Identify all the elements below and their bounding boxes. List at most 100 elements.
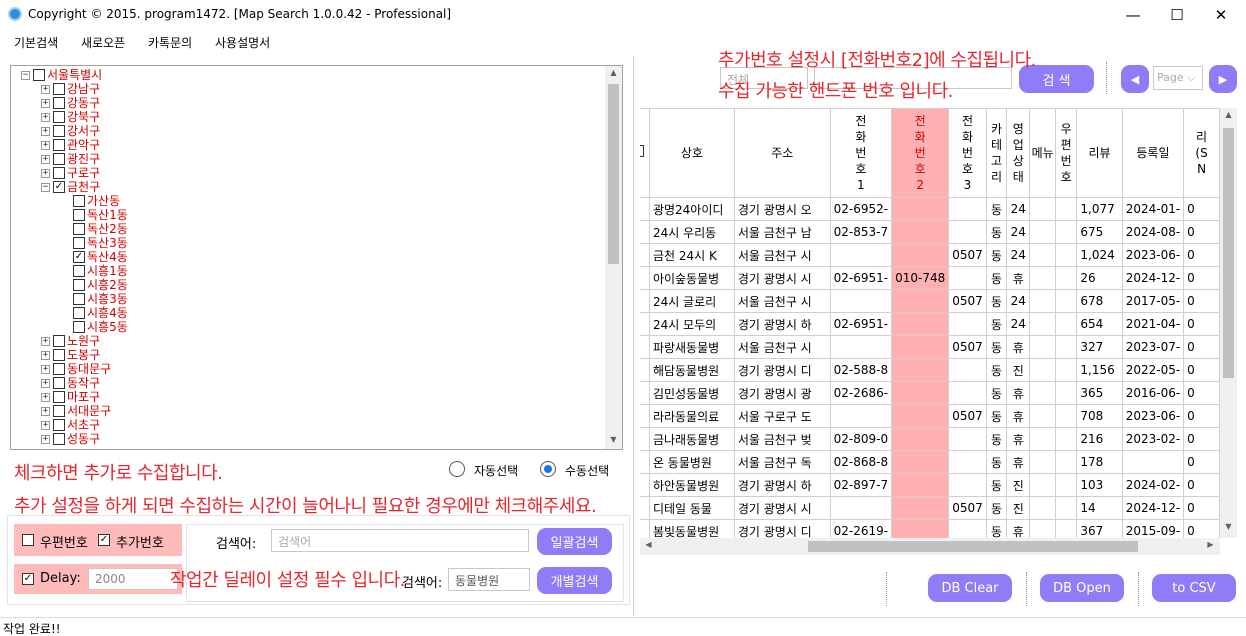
tree-checkbox[interactable] bbox=[73, 237, 85, 249]
table-cell[interactable]: 동 bbox=[985, 519, 1008, 538]
column-header[interactable]: 등록일 bbox=[1121, 108, 1185, 198]
table-cell[interactable] bbox=[1054, 473, 1078, 497]
tree-checkbox[interactable] bbox=[53, 83, 65, 95]
table-cell[interactable] bbox=[1054, 335, 1078, 359]
auto-select-radio[interactable] bbox=[449, 461, 465, 477]
expand-icon[interactable]: + bbox=[41, 378, 50, 388]
tree-node-dong[interactable]: 독산1동 bbox=[73, 208, 128, 222]
table-cell[interactable] bbox=[1029, 358, 1056, 382]
table-cell[interactable]: 0 bbox=[1183, 197, 1220, 221]
grid-hscroll-thumb[interactable] bbox=[808, 541, 1138, 552]
grid-vertical-scrollbar[interactable]: ▲ ▼ bbox=[1220, 108, 1237, 538]
table-cell[interactable]: 동 bbox=[985, 312, 1008, 336]
row-indicator[interactable] bbox=[640, 243, 650, 267]
table-cell[interactable] bbox=[1029, 404, 1056, 428]
expand-icon[interactable]: + bbox=[41, 406, 50, 416]
keyword-input[interactable]: 검색어 bbox=[271, 529, 529, 552]
table-cell[interactable]: 02-588-8 bbox=[829, 358, 893, 382]
table-cell[interactable]: 654 bbox=[1076, 312, 1123, 336]
table-cell[interactable]: 02-2686- bbox=[829, 381, 893, 405]
table-cell[interactable] bbox=[1029, 289, 1056, 313]
table-row[interactable]: 24시 글로리 서울 금천구 시 0507 동 24 678 2017-05- 0 bbox=[640, 289, 1220, 313]
tree-checkbox[interactable] bbox=[53, 433, 65, 445]
table-cell[interactable]: 02-6951- bbox=[829, 312, 893, 336]
scroll-up-icon[interactable]: ▲ bbox=[1220, 110, 1237, 119]
tree-node-district[interactable]: + 동대문구 bbox=[41, 362, 111, 376]
table-row[interactable]: 라라동물의료 서울 구로구 도 0507 동 휴 708 2023-06- 0 bbox=[640, 404, 1220, 428]
table-cell[interactable] bbox=[891, 197, 950, 221]
table-cell[interactable] bbox=[1054, 450, 1078, 474]
tree-node-dong[interactable]: 시흥1동 bbox=[73, 264, 128, 278]
table-cell[interactable]: 서울 금천구 시 bbox=[733, 335, 831, 359]
table-cell[interactable]: 0 bbox=[1183, 496, 1220, 520]
table-cell[interactable]: 금나래동물병 bbox=[648, 427, 735, 451]
table-cell[interactable]: 경기 광명시 디 bbox=[733, 519, 831, 538]
table-cell[interactable]: 2022-05- bbox=[1121, 358, 1185, 382]
table-cell[interactable]: 진 bbox=[1006, 473, 1031, 497]
table-cell[interactable]: 0 bbox=[1183, 243, 1220, 267]
table-cell[interactable] bbox=[1054, 358, 1078, 382]
row-indicator[interactable] bbox=[640, 358, 650, 382]
table-cell[interactable]: 동 bbox=[985, 473, 1008, 497]
expand-icon[interactable]: + bbox=[41, 336, 50, 346]
tree-node-dong[interactable]: ✓ 독산4동 bbox=[73, 250, 128, 264]
table-cell[interactable] bbox=[1029, 450, 1056, 474]
tree-node-district[interactable]: + 도봉구 bbox=[41, 348, 100, 362]
expand-icon[interactable]: + bbox=[41, 112, 50, 122]
table-row[interactable]: 24시 우리동 서울 금천구 남 02-853-7 동 24 675 2024-08- 0 bbox=[640, 220, 1220, 244]
row-indicator[interactable] bbox=[640, 381, 650, 405]
collapse-icon[interactable]: − bbox=[21, 70, 30, 80]
table-cell[interactable]: 2021-04- bbox=[1121, 312, 1185, 336]
table-cell[interactable] bbox=[1029, 197, 1056, 221]
table-cell[interactable] bbox=[948, 358, 987, 382]
tree-checkbox[interactable] bbox=[73, 307, 85, 319]
row-indicator[interactable] bbox=[640, 519, 650, 538]
tree-node-district[interactable]: + 강북구 bbox=[41, 110, 100, 124]
individual-search-button[interactable]: 개별검색 bbox=[537, 567, 612, 594]
table-cell[interactable]: 02-6952- bbox=[829, 197, 893, 221]
table-cell[interactable]: 2017-05- bbox=[1121, 289, 1185, 313]
expand-icon[interactable]: + bbox=[41, 126, 50, 136]
table-cell[interactable]: 디테일 동물 bbox=[648, 496, 735, 520]
table-cell[interactable]: 02-853-7 bbox=[829, 220, 893, 244]
column-header[interactable]: 우편번호 bbox=[1054, 108, 1078, 198]
table-cell[interactable]: 010-748 bbox=[891, 266, 950, 290]
row-indicator[interactable] bbox=[640, 404, 650, 428]
column-header[interactable]: 상호 bbox=[648, 108, 735, 198]
column-header[interactable]: 리(SN bbox=[1183, 108, 1220, 198]
expand-icon[interactable]: + bbox=[41, 98, 50, 108]
table-cell[interactable]: 금천 24시 K bbox=[648, 243, 735, 267]
table-cell[interactable]: 동 bbox=[985, 289, 1008, 313]
scroll-right-icon[interactable]: ▶ bbox=[1202, 540, 1219, 549]
row-indicator[interactable] bbox=[640, 496, 650, 520]
expand-icon[interactable]: + bbox=[41, 350, 50, 360]
table-cell[interactable] bbox=[1029, 427, 1056, 451]
table-cell[interactable]: 광명24아이디 bbox=[648, 197, 735, 221]
table-cell[interactable]: 서울 금천구 시 bbox=[733, 289, 831, 313]
table-cell[interactable] bbox=[1054, 312, 1078, 336]
table-cell[interactable]: 진 bbox=[1006, 496, 1031, 520]
batch-search-button[interactable]: 일괄검색 bbox=[537, 528, 612, 555]
column-header[interactable]: 전화번호3 bbox=[948, 108, 987, 198]
column-header[interactable]: 전화번호1 bbox=[829, 108, 893, 198]
table-cell[interactable]: 동 bbox=[985, 358, 1008, 382]
table-cell[interactable]: 2024-02- bbox=[1121, 473, 1185, 497]
table-cell[interactable] bbox=[891, 335, 950, 359]
table-cell[interactable] bbox=[891, 473, 950, 497]
table-cell[interactable]: 2023-02- bbox=[1121, 427, 1185, 451]
table-cell[interactable] bbox=[948, 266, 987, 290]
table-cell[interactable]: 서울 금천구 독 bbox=[733, 450, 831, 474]
expand-icon[interactable]: + bbox=[41, 392, 50, 402]
row-indicator[interactable] bbox=[640, 450, 650, 474]
table-cell[interactable]: 2023-06- bbox=[1121, 243, 1185, 267]
tree-node-dong[interactable]: 시흥5동 bbox=[73, 320, 128, 334]
table-cell[interactable] bbox=[829, 404, 893, 428]
grid-scroll-thumb[interactable] bbox=[1223, 128, 1234, 378]
table-cell[interactable] bbox=[948, 197, 987, 221]
table-cell[interactable]: 0 bbox=[1183, 450, 1220, 474]
table-cell[interactable]: 경기 광명시 시 bbox=[733, 266, 831, 290]
table-row[interactable]: 봄빛동물병원 경기 광명시 디 02-2619- 동 휴 367 2015-09- 0 bbox=[640, 519, 1220, 538]
expand-icon[interactable]: + bbox=[41, 420, 50, 430]
menu-kakao-inquiry[interactable]: 카톡문의 bbox=[148, 34, 192, 51]
table-cell[interactable]: 26 bbox=[1076, 266, 1123, 290]
